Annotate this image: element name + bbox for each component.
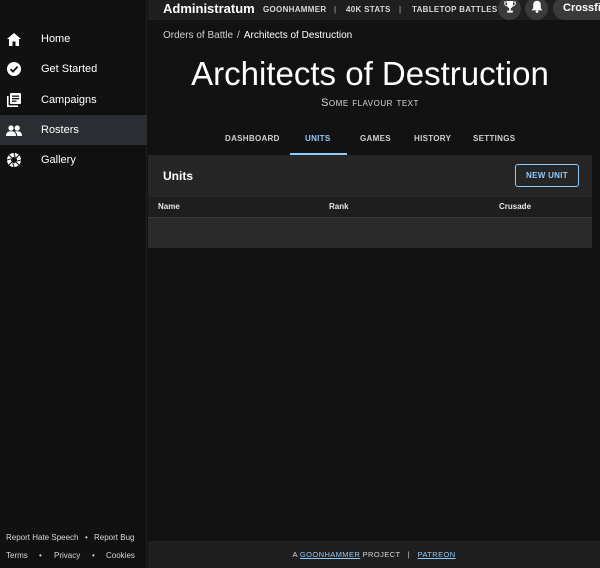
tab-units[interactable]: UNITS [305,134,331,143]
breadcrumb-current: Architects of Destruction [243,30,353,41]
cookies-link[interactable]: Cookies [106,551,135,560]
top-separator: | [399,5,402,14]
footer-dot: • [39,551,42,560]
privacy-link[interactable]: Privacy [54,551,80,560]
page-footer: A GOONHAMMER PROJECT | PATREON [148,541,600,568]
new-unit-button[interactable]: NEW UNIT [515,164,579,187]
sidebar-item-label: Campaigns [41,94,97,106]
column-header-name[interactable]: Name [158,202,180,211]
sidebar-item-gallery[interactable]: Gallery [0,145,147,175]
home-icon [6,31,22,47]
check-circle-icon [6,61,22,77]
breadcrumb-separator: / [237,30,240,41]
column-header-crusade[interactable]: Crusade [499,202,531,211]
breadcrumb: Orders of Battle / Architects of Destructi… [163,30,352,41]
brand-title[interactable]: Administratum [163,1,255,16]
tabletop-battles-link[interactable]: TABLETOP BATTLES [412,5,498,14]
page-title: Architects of Destruction [191,55,549,92]
units-title: Units [163,169,193,183]
sidebar-item-label: Gallery [41,154,76,166]
trophy-button[interactable] [498,0,521,20]
tab-history[interactable]: HISTORY [414,134,451,143]
terms-link[interactable]: Terms [6,551,28,560]
footer-prefix: A [292,550,298,559]
people-icon [6,122,22,138]
table-empty-row [148,218,592,248]
footer-patreon-link[interactable]: PATREON [418,550,456,559]
tab-games[interactable]: GAMES [360,134,391,143]
report-bug-link[interactable]: Report Bug [94,533,134,542]
report-hate-speech-link[interactable]: Report Hate Speech [6,533,79,542]
tab-settings[interactable]: SETTINGS [473,134,515,143]
trophy-icon [503,0,516,18]
footer-project-text: PROJECT [362,550,401,559]
sidebar-item-get-started[interactable]: Get Started [0,54,147,84]
sidebar-item-label: Rosters [41,124,79,136]
tab-dashboard[interactable]: DASHBOARD [225,134,280,143]
notifications-button[interactable] [525,0,548,20]
library-icon [6,92,22,108]
user-menu-button[interactable]: Crossfire [553,0,600,20]
breadcrumb-orders-of-battle[interactable]: Orders of Battle [163,30,233,41]
footer-dot: • [92,551,95,560]
sidebar-item-home[interactable]: Home [0,24,147,54]
bell-icon [531,0,543,18]
page-subtitle: Some flavour text [321,97,419,109]
units-header: Units NEW UNIT [148,155,592,197]
column-header-rank[interactable]: Rank [329,202,349,211]
sidebar-item-campaigns[interactable]: Campaigns [0,85,147,115]
footer-goonhammer-link[interactable]: GOONHAMMER [300,550,360,559]
units-panel: Units NEW UNIT Name Rank Crusade [148,155,592,248]
top-separator: | [334,5,337,14]
camera-shutter-icon [6,152,22,168]
sidebar-item-rosters[interactable]: Rosters [0,115,147,145]
40k-stats-link[interactable]: 40K STATS [346,5,391,14]
goonhammer-link[interactable]: GOONHAMMER [263,5,326,14]
footer-dot: • [85,533,88,542]
sidebar: Home Get Started Campaigns Rosters Galle… [0,0,147,568]
sidebar-item-label: Get Started [41,63,98,75]
sidebar-item-label: Home [41,33,71,45]
top-bar: Administratum GOONHAMMER | 40K STATS | T… [148,0,600,20]
footer-separator: | [407,550,411,559]
